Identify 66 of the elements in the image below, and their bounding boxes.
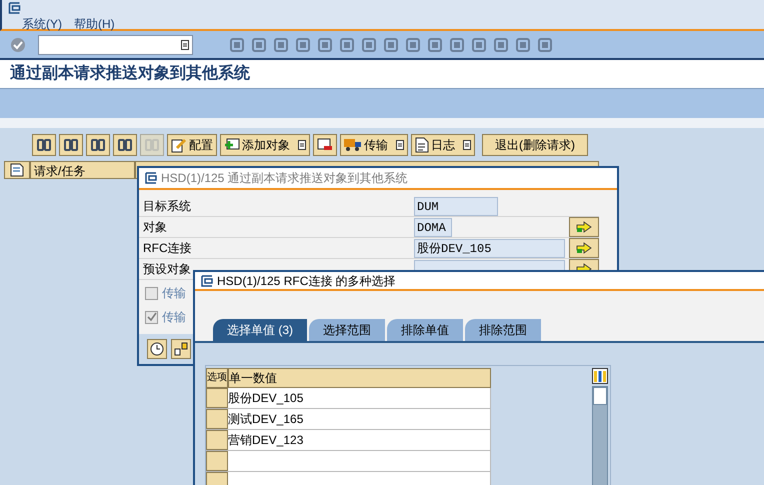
menu-caret-icon <box>181 40 189 50</box>
toolbar-button[interactable]: 添加对象 <box>220 134 310 156</box>
field-label: 预设对象 <box>143 261 192 278</box>
truck-icon <box>344 138 362 152</box>
window-icon <box>201 274 213 286</box>
options-button[interactable] <box>171 339 191 359</box>
column-header: 请求/任务 <box>30 161 135 179</box>
field-label: RFC连接 <box>143 240 193 257</box>
menu-caret-icon <box>463 140 471 150</box>
value-cell[interactable]: 股份DEV_105 <box>228 388 491 408</box>
document-icon <box>10 163 24 177</box>
window-icon <box>145 172 157 184</box>
toolbar-button[interactable] <box>313 134 337 156</box>
remove-row-icon <box>317 138 333 152</box>
toolbar-button[interactable] <box>113 134 137 156</box>
toolbar-button[interactable] <box>59 134 83 156</box>
menu-item[interactable]: 帮助(H) <box>74 15 115 33</box>
row-selector[interactable] <box>206 430 228 450</box>
tab[interactable]: 选择单值 (3) <box>213 319 307 341</box>
toolbar-button[interactable] <box>86 134 110 156</box>
value-field[interactable]: 股份DEV_105 <box>414 238 565 258</box>
scrollbar[interactable] <box>592 386 608 485</box>
jump-button[interactable] <box>569 238 599 258</box>
window-icon <box>8 2 21 14</box>
dialog-title: HSD(1)/125 RFC连接 的多种选择 <box>217 272 396 290</box>
toolbar-button[interactable]: 日志 <box>411 134 475 156</box>
row-selector[interactable] <box>206 388 228 408</box>
pencil-icon <box>171 136 187 152</box>
tab[interactable]: 排除范围 <box>465 319 541 341</box>
hierarchy-icon <box>174 342 188 356</box>
value-cell[interactable]: 测试DEV_165 <box>228 409 491 429</box>
menu-caret-icon <box>298 140 306 150</box>
toolbar-button[interactable]: 配置 <box>167 134 217 156</box>
document-icon <box>415 136 429 152</box>
value-field[interactable]: DOMA <box>414 218 452 236</box>
checkbox[interactable] <box>145 310 158 324</box>
column-header: 单一数值 <box>228 368 491 388</box>
dialog-title: HSD(1)/125 通过副本请求推送对象到其他系统 <box>161 170 408 187</box>
toolbar-button[interactable]: 退出(删除请求) <box>482 134 588 156</box>
arrow-icon <box>576 221 592 233</box>
command-field[interactable] <box>38 34 193 54</box>
jump-button[interactable] <box>569 217 599 237</box>
menu-item[interactable]: 系统(Y) <box>22 15 62 33</box>
checkbox-label: 传输 <box>162 309 186 326</box>
toolbar-button[interactable]: 传输 <box>340 134 408 156</box>
column-settings-icon[interactable] <box>592 368 608 384</box>
tab[interactable]: 排除单值 <box>387 319 463 341</box>
row-selector[interactable] <box>206 451 228 471</box>
screen-title: 通过副本请求推送对象到其他系统 <box>10 63 250 84</box>
menu-caret-icon <box>396 140 404 150</box>
row-selector[interactable] <box>206 409 228 429</box>
tab[interactable]: 选择范围 <box>309 319 385 341</box>
clock-icon <box>150 342 164 356</box>
field-label: 对象 <box>143 219 168 236</box>
column-header: 选项 <box>206 368 228 388</box>
execute-button[interactable] <box>147 339 167 359</box>
toolbar-button[interactable] <box>32 134 56 156</box>
value-cell[interactable] <box>228 451 491 471</box>
checkbox-label: 传输 <box>162 285 186 302</box>
checkbox[interactable] <box>145 286 158 300</box>
check-icon[interactable] <box>10 36 26 52</box>
arrow-icon <box>576 242 592 254</box>
value-field[interactable]: DUM <box>414 196 498 216</box>
field-label: 目标系统 <box>143 198 192 215</box>
add-row-icon <box>224 138 240 152</box>
value-cell[interactable]: 营销DEV_123 <box>228 430 491 450</box>
